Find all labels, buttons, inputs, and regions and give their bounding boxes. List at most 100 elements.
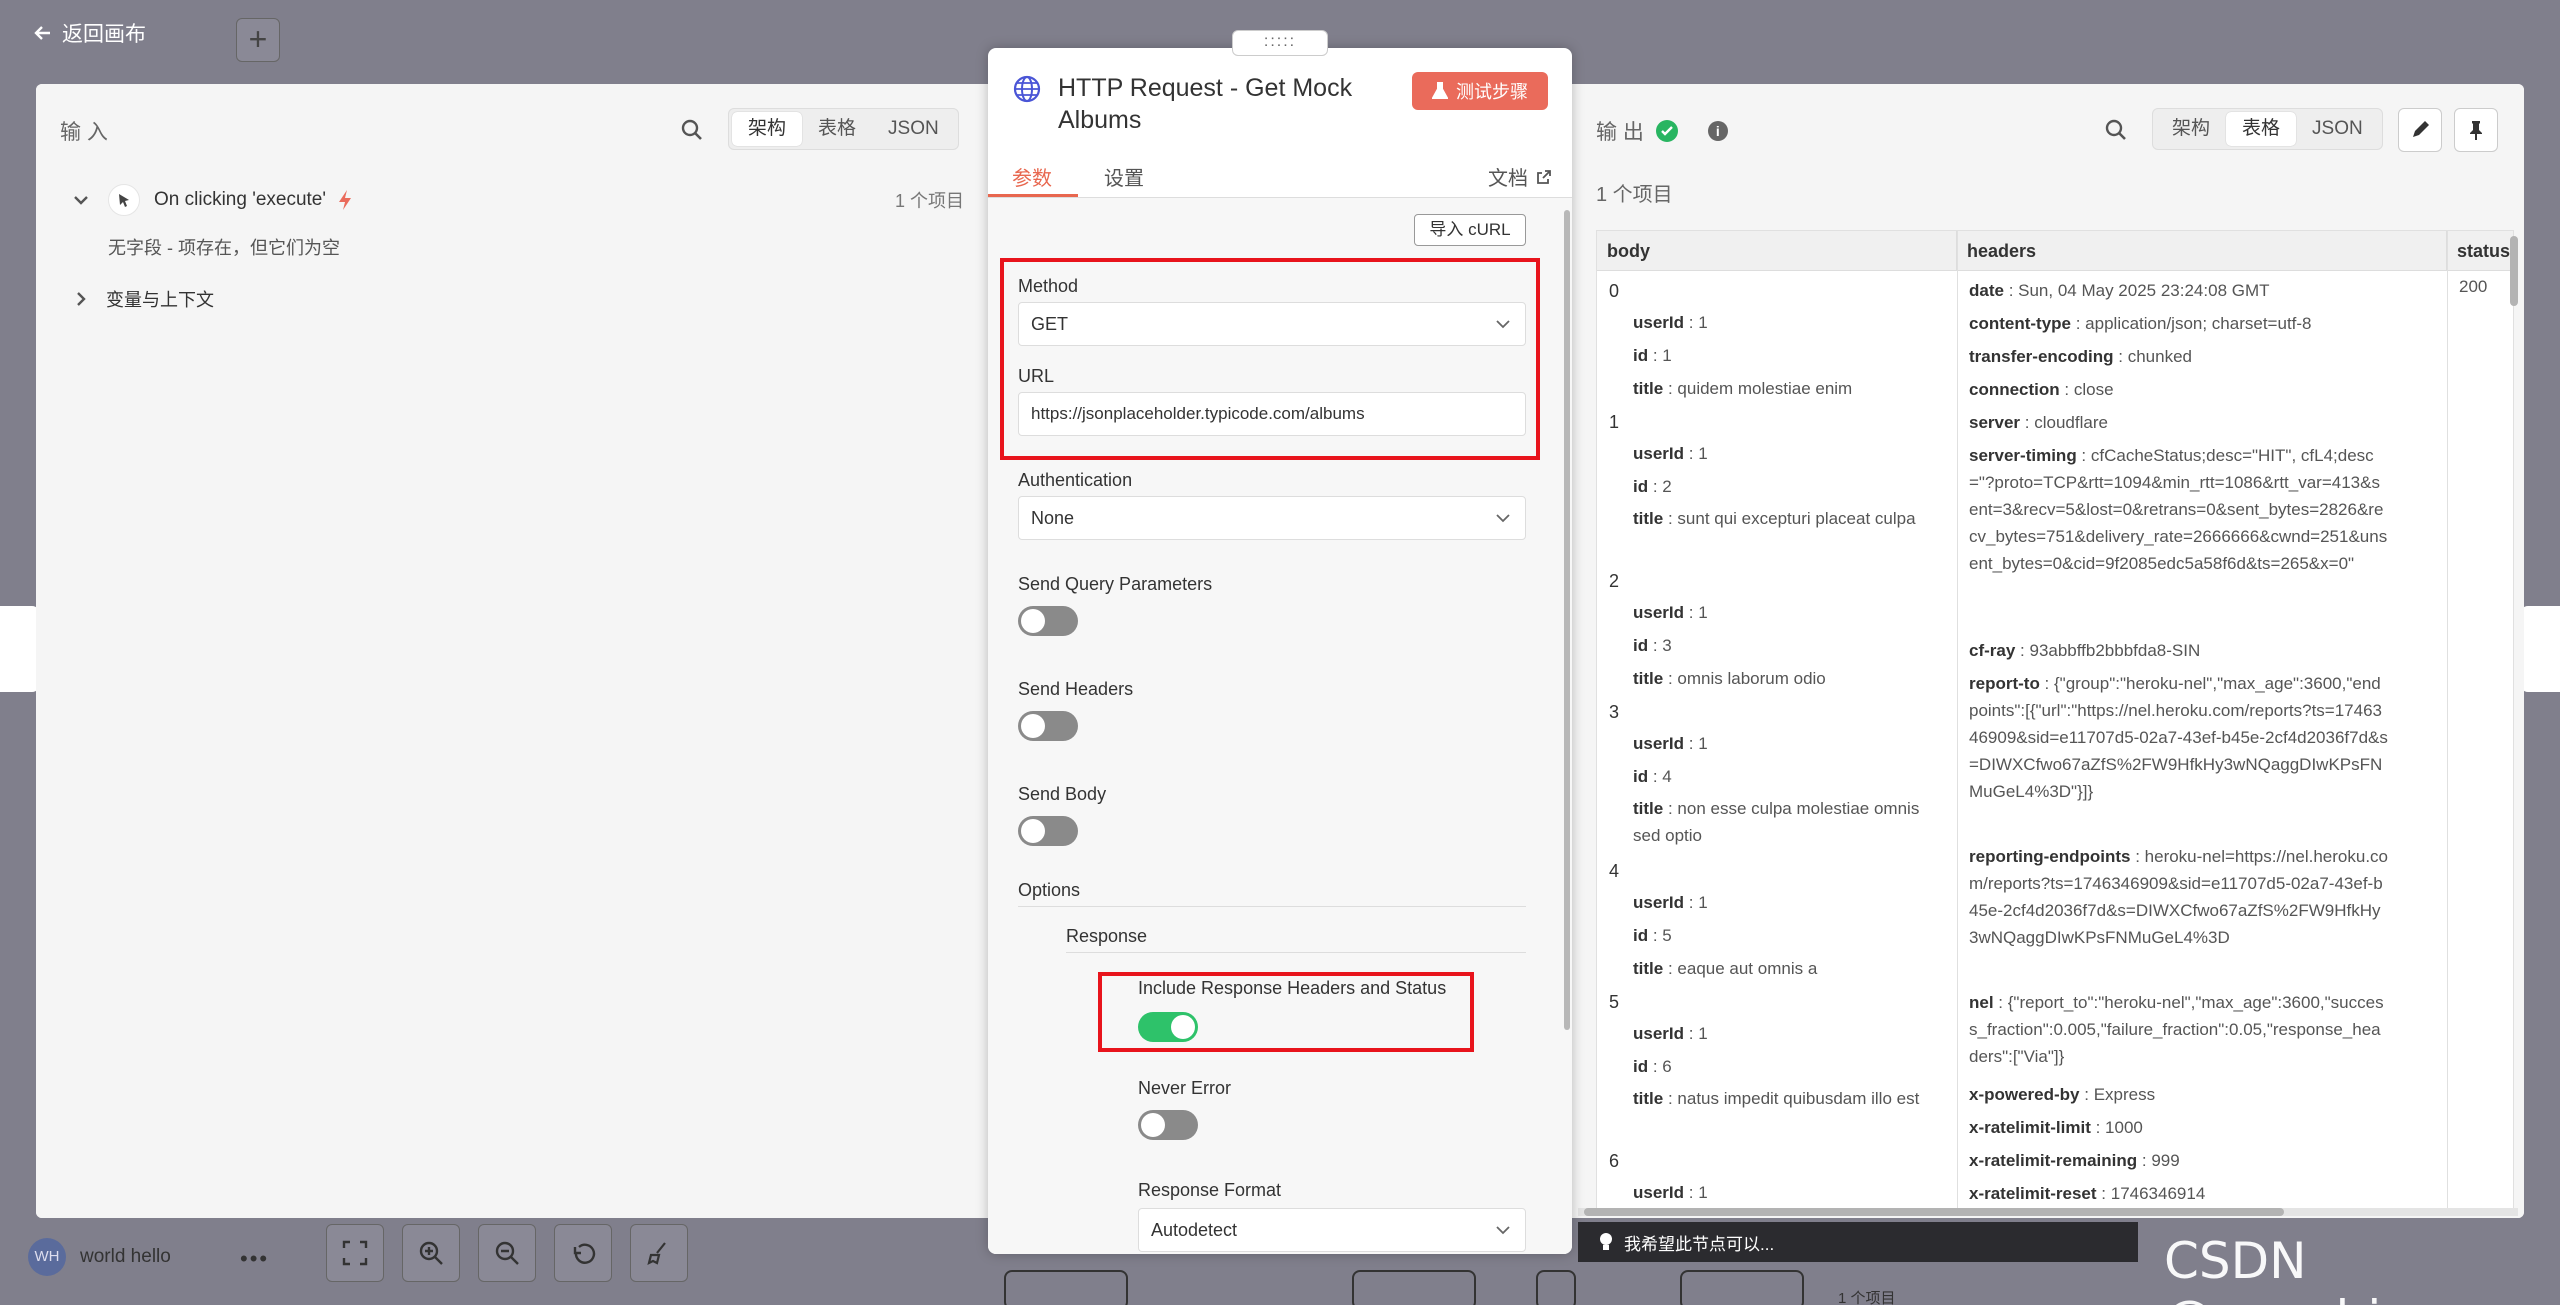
send-body-toggle[interactable] [1018,816,1078,846]
drag-handle[interactable]: ::::: [1232,30,1328,56]
send-query-label: Send Query Parameters [1018,574,1213,594]
docs-link[interactable]: 文档 [1488,162,1552,191]
response-format-label: Response Format [1138,1180,1282,1200]
body-field: userId : 1 [1633,444,1708,463]
tab-settings[interactable]: 设置 [1104,162,1144,191]
canvas-node[interactable] [1352,1270,1476,1305]
never-error-toggle[interactable] [1138,1110,1198,1140]
send-body-label: Send Body [1018,784,1107,804]
canvas-controls [326,1224,688,1282]
chevron-down-icon [1496,514,1510,523]
body-index: 5 [1609,992,1620,1012]
response-format-value: Autodetect [1151,1220,1238,1240]
body-field: id : 2 [1633,477,1672,496]
globe-icon [1013,75,1041,103]
flask-icon [1432,82,1448,99]
authentication-select[interactable]: None [1018,496,1526,540]
left-side-tab[interactable] [0,606,40,692]
canvas-node[interactable] [1004,1270,1128,1305]
parameters-panel: 导入 cURL Method GET URL https://jsonplace… [988,198,1572,1254]
chevron-down-icon [1496,1226,1510,1235]
watermark: CSDN @engchina [2164,1232,2444,1305]
body-index: 3 [1609,702,1620,722]
body-field: id : 3 [1633,636,1672,655]
status-value: 200 [2459,277,2488,296]
body-field: userId : 1 [1633,313,1708,332]
column-header-headers[interactable]: headers [1957,231,2447,271]
header-field: server-timing : cfCacheStatus;desc="HIT"… [1969,446,2388,573]
more-menu-icon[interactable]: ••• [240,1246,269,1272]
never-error-label: Never Error [1138,1078,1232,1098]
chevron-right-icon [77,292,86,306]
horizontal-scrollbar-thumb[interactable] [1584,1208,2284,1216]
pencil-icon [2413,121,2429,137]
authentication-label: Authentication [1018,470,1133,490]
pin-icon [2470,121,2482,140]
authentication-value: None [1031,508,1075,528]
column-divider [1957,231,1958,1209]
canvas-node[interactable] [1536,1270,1576,1305]
body-index: 0 [1609,281,1620,301]
body-field: title : eaque aut omnis a [1633,959,1818,978]
output-view-schema[interactable]: 架构 [2156,112,2226,146]
body-index: 4 [1609,861,1620,881]
output-view-table[interactable]: 表格 [2226,112,2297,146]
test-step-button[interactable]: 测试步骤 [1412,72,1548,110]
reset-zoom-button[interactable] [554,1224,612,1282]
search-icon [681,119,702,140]
edit-output-button[interactable] [2398,108,2442,152]
output-item-count: 1 个项目 [1596,184,1673,206]
canvas-node[interactable] [1680,1270,1804,1305]
external-link-icon [1537,169,1551,184]
add-node-button[interactable]: + [236,18,280,62]
back-label: 返回画布 [62,23,146,46]
parameters-scrollbar[interactable] [1564,210,1570,1030]
lightbulb-icon [1600,1233,1612,1250]
empty-fields-note: 无字段 - 项存在，但它们为空 [108,238,340,258]
body-index: 6 [1609,1151,1620,1171]
header-field: x-ratelimit-remaining : 999 [1969,1151,2180,1170]
user-menu[interactable]: WH world hello [28,1238,171,1276]
column-header-body[interactable]: body [1597,231,1957,271]
body-field: userId : 1 [1633,603,1708,622]
output-view-json[interactable]: JSON [2296,112,2379,146]
zoom-out-button[interactable] [478,1224,536,1282]
body-field: id : 5 [1633,926,1672,945]
output-table: body headers status 0 userId : 1 id : 1 … [1596,230,2514,1210]
output-search-button[interactable] [2104,118,2128,147]
node-tip-bar[interactable]: 我希望此节点可以... [1578,1222,2138,1262]
variables-context-label: 变量与上下文 [106,290,214,310]
send-headers-toggle[interactable] [1018,711,1078,741]
trigger-node-row[interactable]: On clicking 'execute' 1 个项目 [72,184,964,216]
variables-context-row[interactable]: 变量与上下文 [72,286,214,312]
pin-output-button[interactable] [2454,108,2498,152]
undo-icon [573,1243,596,1264]
column-header-status[interactable]: status [2447,231,2513,271]
header-field: report-to : {"group":"heroku-nel","max_a… [1969,674,2388,801]
header-field: server : cloudflare [1969,413,2108,432]
input-view-json[interactable]: JSON [872,112,955,146]
import-curl-button[interactable]: 导入 cURL [1414,214,1526,246]
input-search-button[interactable] [680,118,704,147]
response-format-select[interactable]: Autodetect [1138,1208,1526,1252]
input-view-table[interactable]: 表格 [802,112,872,146]
send-query-toggle[interactable] [1018,606,1078,636]
input-view-schema[interactable]: 架构 [732,112,803,146]
header-field: date : Sun, 04 May 2025 23:24:08 GMT [1969,281,2270,300]
back-to-canvas-link[interactable]: 返回画布 [34,18,146,48]
send-headers-label: Send Headers [1018,679,1134,699]
body-field: title : quidem molestiae enim [1633,379,1853,398]
tab-parameters[interactable]: 参数 [1012,162,1052,191]
chevron-down-icon[interactable] [72,191,90,209]
node-title[interactable]: HTTP Request - Get Mock Albums [1058,72,1388,136]
info-icon[interactable]: i [1707,121,1728,141]
vertical-scrollbar-thumb[interactable] [2510,236,2518,306]
zoom-in-button[interactable] [402,1224,460,1282]
fit-view-button[interactable] [326,1224,384,1282]
tidy-up-button[interactable] [630,1224,688,1282]
tip-text: 我希望此节点可以... [1624,1234,1775,1254]
node-parameters-dialog: HTTP Request - Get Mock Albums 测试步骤 参数 设… [988,48,1572,1254]
body-field: id : 6 [1633,1057,1672,1076]
column-divider [2447,231,2448,1209]
right-side-tab[interactable] [2520,606,2560,692]
